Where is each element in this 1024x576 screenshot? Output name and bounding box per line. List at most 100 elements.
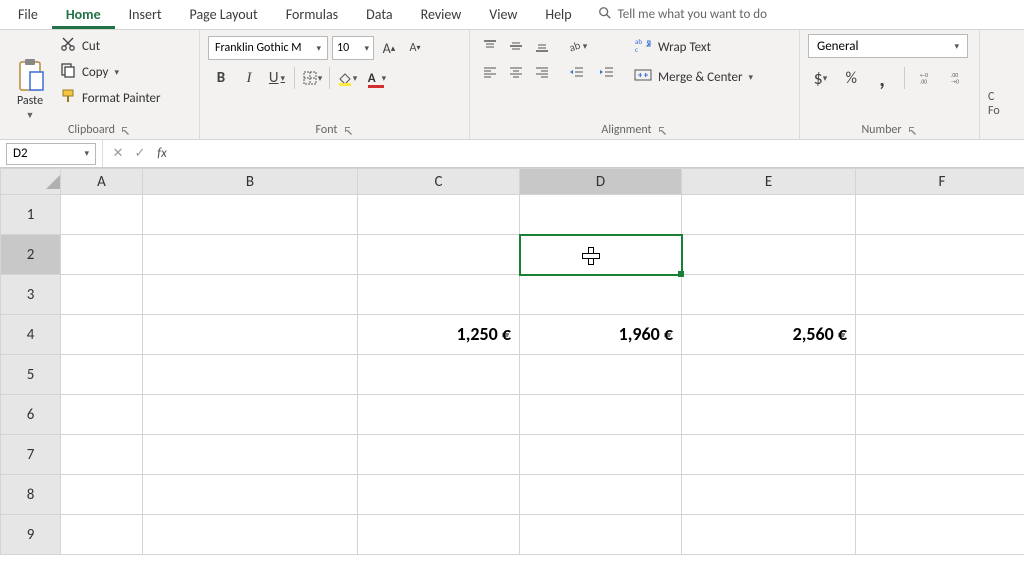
decrease-indent-button[interactable]: [564, 60, 590, 84]
increase-decimal-button[interactable]: ←0.00: [915, 66, 940, 90]
increase-font-button[interactable]: A▴: [378, 37, 400, 59]
cell-D5[interactable]: [520, 355, 682, 395]
cell-C5[interactable]: [358, 355, 520, 395]
cell-D3[interactable]: February: [520, 275, 681, 314]
paste-button[interactable]: Paste ▼: [8, 34, 52, 121]
cut-button[interactable]: Cut: [58, 34, 163, 58]
tell-me-search[interactable]: Tell me what you want to do: [598, 6, 767, 24]
cell-B3[interactable]: [143, 275, 358, 315]
cell-E3[interactable]: March: [682, 275, 855, 314]
cell-C7[interactable]: [358, 435, 520, 475]
copy-button[interactable]: Copy ▾: [58, 60, 163, 84]
tab-page-layout[interactable]: Page Layout: [176, 0, 272, 29]
col-header-A[interactable]: A: [61, 169, 143, 195]
enter-formula-icon[interactable]: ✓: [131, 146, 149, 161]
underline-button[interactable]: U▾: [264, 66, 290, 90]
format-painter-button[interactable]: Format Painter: [58, 86, 163, 110]
font-color-button[interactable]: A▾: [364, 66, 390, 90]
row-header-1[interactable]: 1: [1, 195, 61, 235]
font-size-select[interactable]: 10 ▾: [332, 36, 374, 60]
decrease-decimal-button[interactable]: .00→0: [946, 66, 971, 90]
tab-data[interactable]: Data: [352, 0, 406, 29]
cell-D4[interactable]: 1,960 €: [520, 315, 681, 354]
cell-E5[interactable]: [682, 355, 856, 395]
ribbon: Paste ▼ Cut Copy ▾ Format Painter: [0, 30, 1024, 140]
row-header-7[interactable]: 7: [1, 435, 61, 475]
name-box-value: D2: [13, 146, 28, 161]
font-name-select[interactable]: Franklin Gothic M ▾: [208, 36, 328, 60]
spreadsheet-grid[interactable]: A B C D E F 1 2 1. Quarter 3 January Feb…: [0, 168, 1024, 555]
tab-formulas[interactable]: Formulas: [272, 0, 352, 29]
col-header-D[interactable]: D: [520, 169, 682, 195]
align-middle-button[interactable]: [504, 34, 528, 58]
row-header-5[interactable]: 5: [1, 355, 61, 395]
search-icon: [598, 6, 612, 24]
merge-center-button[interactable]: Merge & Center ▾: [630, 64, 757, 90]
row-header-4[interactable]: 4: [1, 315, 61, 355]
orientation-button[interactable]: ab▾: [564, 34, 590, 58]
align-bottom-button[interactable]: [530, 34, 554, 58]
align-left-button[interactable]: [478, 60, 502, 84]
name-box[interactable]: D2 ▾: [6, 143, 96, 165]
merge-center-label: Merge & Center: [658, 70, 743, 85]
cell-B7[interactable]: Comment 3:: [143, 435, 357, 474]
cut-label: Cut: [82, 39, 100, 54]
cell-D7[interactable]: [520, 435, 682, 475]
dialog-launcher-icon[interactable]: [121, 125, 131, 135]
tab-review[interactable]: Review: [407, 0, 476, 29]
cell-B6[interactable]: Comment 2:: [143, 395, 357, 434]
select-all-corner[interactable]: [1, 169, 61, 195]
align-center-button[interactable]: [504, 60, 528, 84]
row-header-3[interactable]: 3: [1, 275, 61, 315]
cell-E4[interactable]: 2,560 €: [682, 315, 855, 354]
row-header-2[interactable]: 2: [1, 235, 61, 275]
cell-E2[interactable]: [682, 235, 856, 275]
row-header-6[interactable]: 6: [1, 395, 61, 435]
align-right-button[interactable]: [530, 60, 554, 84]
tab-view[interactable]: View: [475, 0, 531, 29]
cell-B4[interactable]: Profit:: [143, 315, 357, 354]
formula-input[interactable]: [177, 140, 1024, 167]
wrap-text-button[interactable]: abc Wrap Text: [630, 34, 757, 60]
cell-D6[interactable]: [520, 395, 682, 435]
cell-D2[interactable]: [520, 235, 682, 275]
tab-home[interactable]: Home: [52, 0, 115, 29]
cancel-formula-icon[interactable]: ✕: [109, 146, 127, 161]
cell-C6[interactable]: [358, 395, 520, 435]
cell-B5[interactable]: Comment 1:: [143, 355, 357, 394]
cell-C3[interactable]: January: [358, 275, 519, 314]
wrap-text-icon: abc: [634, 36, 652, 58]
borders-button[interactable]: ▾: [299, 66, 325, 90]
comma-format-button[interactable]: ,: [870, 66, 895, 90]
tab-help[interactable]: Help: [531, 0, 585, 29]
col-header-E[interactable]: E: [682, 169, 856, 195]
fx-icon[interactable]: fx: [153, 146, 171, 161]
cell-E7[interactable]: [682, 435, 856, 475]
align-top-button[interactable]: [478, 34, 502, 58]
bold-button[interactable]: B: [208, 66, 234, 90]
paste-label: Paste: [17, 94, 43, 108]
dialog-launcher-icon[interactable]: [343, 125, 353, 135]
col-header-B[interactable]: B: [143, 169, 358, 195]
italic-button[interactable]: I: [236, 66, 262, 90]
dialog-launcher-icon[interactable]: [658, 125, 668, 135]
col-header-F[interactable]: F: [856, 169, 1024, 195]
tab-file[interactable]: File: [4, 0, 52, 29]
tab-insert[interactable]: Insert: [115, 0, 176, 29]
col-header-C[interactable]: C: [358, 169, 520, 195]
percent-format-button[interactable]: %: [839, 66, 864, 90]
dialog-launcher-icon[interactable]: [908, 125, 918, 135]
cell-C4[interactable]: 1,250 €: [358, 315, 519, 354]
cell-C2[interactable]: [358, 235, 520, 275]
accounting-format-button[interactable]: $▾: [808, 66, 833, 90]
fill-color-button[interactable]: ▾: [334, 66, 360, 90]
clipboard-icon: [16, 58, 44, 92]
row-header-9[interactable]: 9: [1, 515, 61, 555]
increase-indent-button[interactable]: [594, 60, 620, 84]
copy-icon: [60, 62, 76, 82]
cell-B2[interactable]: 1. Quarter: [143, 235, 357, 274]
number-format-select[interactable]: General ▾: [808, 34, 968, 58]
cell-E6[interactable]: [682, 395, 856, 435]
row-header-8[interactable]: 8: [1, 475, 61, 515]
decrease-font-button[interactable]: A▾: [404, 37, 426, 59]
